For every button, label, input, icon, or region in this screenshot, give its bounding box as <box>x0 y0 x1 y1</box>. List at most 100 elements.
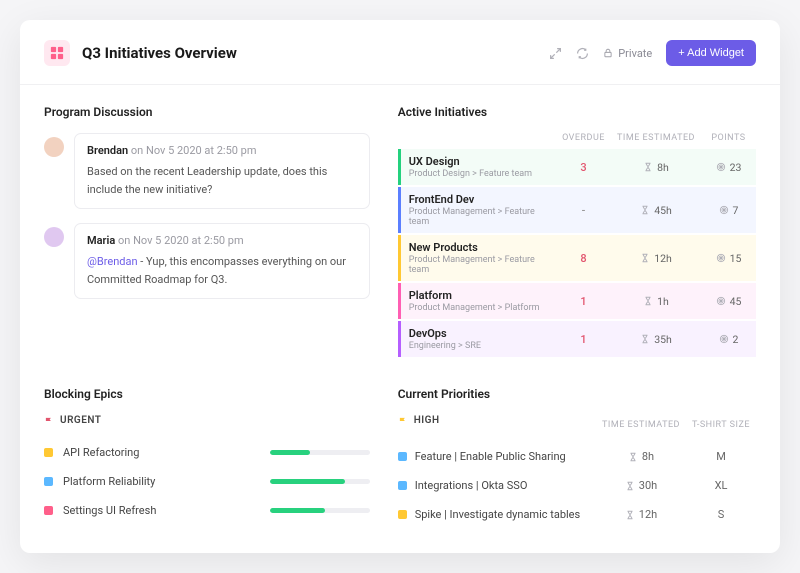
points: 15 <box>701 252 756 265</box>
hourglass-icon <box>640 334 650 344</box>
comment-time: on Nov 5 2020 at 2:50 pm <box>131 144 257 157</box>
progress-bar <box>270 479 370 484</box>
program-discussion-panel: Program Discussion Brendan on Nov 5 2020… <box>44 105 370 359</box>
tshirt-size: XL <box>686 479 756 492</box>
dashboard-card: Q3 Initiatives Overview Private + Add Wi… <box>20 20 780 553</box>
col-time: TIME ESTIMATED <box>611 133 701 143</box>
initiative-row[interactable]: New Products Product Management > Featur… <box>398 235 756 281</box>
color-dot <box>44 506 53 515</box>
col-size: T-SHIRT SIZE <box>686 420 756 430</box>
tshirt-size: S <box>686 508 756 521</box>
time-estimated: 12h <box>596 508 686 521</box>
points: 7 <box>701 204 756 217</box>
color-dot <box>44 448 53 457</box>
hourglass-icon <box>625 510 635 520</box>
initiative-name: DevOps <box>409 327 556 340</box>
lock-icon <box>603 48 613 58</box>
overdue-count: 1 <box>556 295 611 308</box>
progress-bar <box>270 450 370 455</box>
initiative-path: Product Management > Platform <box>409 303 556 313</box>
comment-text: Based on the recent Leadership update, d… <box>87 163 357 198</box>
time-estimated: 35h <box>611 333 701 346</box>
color-dot <box>44 477 53 486</box>
initiative-path: Product Management > Feature team <box>409 255 556 275</box>
points-icon <box>716 253 726 263</box>
comment-time: on Nov 5 2020 at 2:50 pm <box>118 234 244 247</box>
epic-row[interactable]: API Refactoring <box>44 438 370 467</box>
avatar <box>44 137 64 157</box>
add-widget-button[interactable]: + Add Widget <box>666 40 756 66</box>
color-dot <box>398 510 407 519</box>
comment-body[interactable]: Brendan on Nov 5 2020 at 2:50 pm Based o… <box>74 133 370 209</box>
blocking-epics-panel: Blocking Epics URGENT API Refactoring Pl… <box>44 387 370 529</box>
overdue-count: 8 <box>556 252 611 265</box>
overdue-count: 1 <box>556 333 611 346</box>
mention[interactable]: @Brendan <box>87 255 138 268</box>
initiative-row[interactable]: DevOps Engineering > SRE 1 35h 2 <box>398 321 756 357</box>
table-header: OVERDUE TIME ESTIMATED POINTS <box>398 133 756 143</box>
progress-bar <box>270 508 370 513</box>
initiative-name: Platform <box>409 289 556 302</box>
section-title: Program Discussion <box>44 105 370 119</box>
priority-name: Feature | Enable Public Sharing <box>415 450 566 463</box>
avatar <box>44 227 64 247</box>
flag-icon <box>44 416 54 426</box>
hourglass-icon <box>643 296 653 306</box>
hourglass-icon <box>628 452 638 462</box>
initiative-row[interactable]: UX Design Product Design > Feature team … <box>398 149 756 185</box>
col-points: POINTS <box>701 133 756 143</box>
section-title: Blocking Epics <box>44 387 370 401</box>
epic-row[interactable]: Platform Reliability <box>44 467 370 496</box>
refresh-icon[interactable] <box>576 47 589 60</box>
header: Q3 Initiatives Overview Private + Add Wi… <box>20 20 780 85</box>
privacy-indicator: Private <box>603 47 652 60</box>
initiative-name: New Products <box>409 241 556 254</box>
time-estimated: 45h <box>611 204 701 217</box>
initiative-name: UX Design <box>409 155 556 168</box>
col-time: TIME ESTIMATED <box>596 420 686 430</box>
time-estimated: 12h <box>611 252 701 265</box>
points: 2 <box>701 333 756 346</box>
points: 45 <box>701 295 756 308</box>
col-overdue: OVERDUE <box>556 133 611 143</box>
app-icon <box>44 40 70 66</box>
flag-icon <box>398 416 408 426</box>
hourglass-icon <box>640 205 650 215</box>
time-estimated: 8h <box>611 161 701 174</box>
points-icon <box>716 162 726 172</box>
comment-author: Brendan <box>87 144 128 157</box>
time-estimated: 8h <box>596 450 686 463</box>
page-title: Q3 Initiatives Overview <box>82 44 549 62</box>
initiative-row[interactable]: Platform Product Management > Platform 1… <box>398 283 756 319</box>
epic-row[interactable]: Settings UI Refresh <box>44 496 370 525</box>
comment-body[interactable]: Maria on Nov 5 2020 at 2:50 pm @Brendan … <box>74 223 370 299</box>
section-title: Active Initiatives <box>398 105 756 119</box>
priority-row[interactable]: Feature | Enable Public Sharing 8h M <box>398 442 756 471</box>
priority-row[interactable]: Integrations | Okta SSO 30h XL <box>398 471 756 500</box>
priority-row[interactable]: Spike | Investigate dynamic tables 12h S <box>398 500 756 529</box>
hourglass-icon <box>625 481 635 491</box>
initiative-name: FrontEnd Dev <box>409 193 556 206</box>
initiative-path: Engineering > SRE <box>409 341 556 351</box>
time-estimated: 1h <box>611 295 701 308</box>
hourglass-icon <box>643 162 653 172</box>
comment-text: @Brendan - Yup, this encompasses everyth… <box>87 253 357 288</box>
expand-icon[interactable] <box>549 47 562 60</box>
initiative-row[interactable]: FrontEnd Dev Product Management > Featur… <box>398 187 756 233</box>
active-initiatives-panel: Active Initiatives OVERDUE TIME ESTIMATE… <box>398 105 756 359</box>
overdue-count: 3 <box>556 161 611 174</box>
overdue-count: - <box>556 204 611 217</box>
points: 23 <box>701 161 756 174</box>
initiative-path: Product Management > Feature team <box>409 207 556 227</box>
epic-name: Platform Reliability <box>63 475 260 488</box>
priority-name: Spike | Investigate dynamic tables <box>415 508 580 521</box>
current-priorities-panel: Current Priorities HIGH TIME ESTIMATED T… <box>398 387 756 529</box>
urgency-flag: URGENT <box>44 415 370 426</box>
time-estimated: 30h <box>596 479 686 492</box>
tshirt-size: M <box>686 450 756 463</box>
comment-author: Maria <box>87 234 115 247</box>
color-dot <box>398 452 407 461</box>
section-title: Current Priorities <box>398 387 756 401</box>
comment: Maria on Nov 5 2020 at 2:50 pm @Brendan … <box>44 223 370 299</box>
hourglass-icon <box>640 253 650 263</box>
